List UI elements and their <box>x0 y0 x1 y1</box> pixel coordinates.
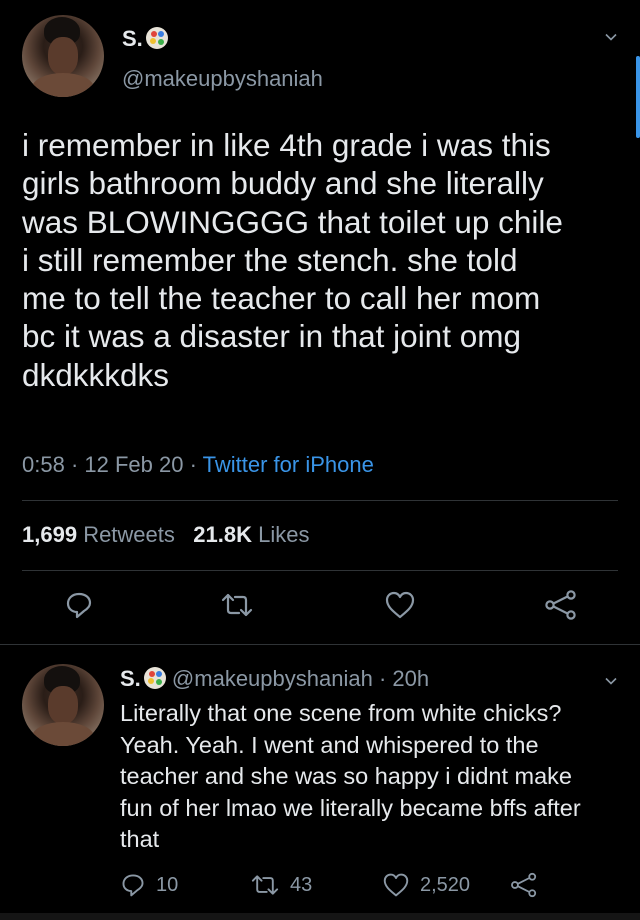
avatar[interactable] <box>22 15 104 97</box>
reply-age: 20h <box>392 666 430 691</box>
reply-actions: 10 43 2,520 <box>0 872 640 902</box>
tweet-stats: 1,699 Retweets 21.8K Likes <box>22 522 309 548</box>
divider <box>22 570 618 571</box>
tweet-text-line: was BLOWINGGGG that toilet up chile <box>22 203 563 240</box>
divider <box>22 500 618 501</box>
retweet-button[interactable]: 43 <box>250 872 312 898</box>
reply-tweet[interactable]: S. @makeupbyshaniah · 20h Literally that… <box>0 646 640 920</box>
tweet-source-link[interactable]: Twitter for iPhone <box>203 452 374 477</box>
retweet-count: 43 <box>290 873 313 896</box>
tweet-text-line: dkdkkkdks <box>22 356 170 393</box>
retweet-icon[interactable] <box>220 590 254 620</box>
retweet-icon[interactable] <box>250 872 280 898</box>
avatar[interactable] <box>22 664 104 746</box>
reply-icon[interactable] <box>64 590 94 620</box>
tweet-actions <box>0 590 640 620</box>
like-count: 2,520 <box>420 873 471 896</box>
share-button[interactable] <box>510 872 538 898</box>
reply-text-line: Yeah. Yeah. I went and whispered to the <box>120 731 539 758</box>
tweet-date: 12 Feb 20 <box>84 452 184 477</box>
reply-button[interactable]: 10 <box>120 872 178 898</box>
tweet-text-line: girls bathroom buddy and she literally <box>22 165 544 202</box>
share-icon[interactable] <box>544 590 578 620</box>
reply-text: Literally that one scene from white chic… <box>120 698 630 856</box>
reply-count: 10 <box>156 873 179 896</box>
retweets-label[interactable]: Retweets <box>83 522 175 547</box>
separator: · <box>378 666 387 691</box>
user-handle[interactable]: @makeupbyshaniah <box>122 66 323 92</box>
display-name[interactable]: S. <box>120 666 141 691</box>
reply-text-line: Literally that one scene from white chic… <box>120 700 562 726</box>
main-tweet: S. @makeupbyshaniah i remember in like 4… <box>0 0 640 645</box>
tweet-text: i remember in like 4th grade i was this … <box>22 126 632 394</box>
tweet-time: 0:58 <box>22 452 65 477</box>
tweet-text-line: i still remember the stench. she told <box>22 241 518 278</box>
reply-text-line: that <box>120 826 160 852</box>
tweet-meta: 0:58 · 12 Feb 20 · Twitter for iPhone <box>22 452 374 478</box>
chevron-down-icon[interactable] <box>604 30 618 44</box>
tweet-text-line: i remember in like 4th grade i was this <box>22 127 551 163</box>
display-name[interactable]: S. <box>122 26 168 52</box>
like-icon[interactable] <box>382 872 410 898</box>
reply-header: S. @makeupbyshaniah · 20h <box>120 666 429 692</box>
like-icon[interactable] <box>384 590 416 620</box>
chevron-down-icon[interactable] <box>604 674 618 688</box>
palette-emoji-icon <box>145 27 168 49</box>
display-name-text[interactable]: S. <box>122 26 143 51</box>
user-handle[interactable]: @makeupbyshaniah <box>172 666 373 691</box>
tweet-text-line: bc it was a disaster in that joint omg <box>22 318 521 355</box>
bottom-edge <box>0 913 640 920</box>
separator: · <box>189 452 197 477</box>
scrollbar[interactable] <box>636 56 640 138</box>
reply-text-line: fun of her lmao we literally became bffs… <box>120 794 581 821</box>
palette-emoji-icon <box>143 667 166 689</box>
divider <box>0 644 640 645</box>
reply-text-line: teacher and she was so happy i didnt mak… <box>120 763 572 789</box>
share-icon[interactable] <box>510 872 538 898</box>
tweet-text-line: me to tell the teacher to call her mom <box>22 280 541 317</box>
likes-count[interactable]: 21.8K <box>193 522 252 547</box>
retweets-count[interactable]: 1,699 <box>22 522 77 547</box>
likes-label[interactable]: Likes <box>258 522 309 547</box>
reply-icon[interactable] <box>120 872 146 898</box>
like-button[interactable]: 2,520 <box>382 872 470 898</box>
separator: · <box>70 452 79 477</box>
